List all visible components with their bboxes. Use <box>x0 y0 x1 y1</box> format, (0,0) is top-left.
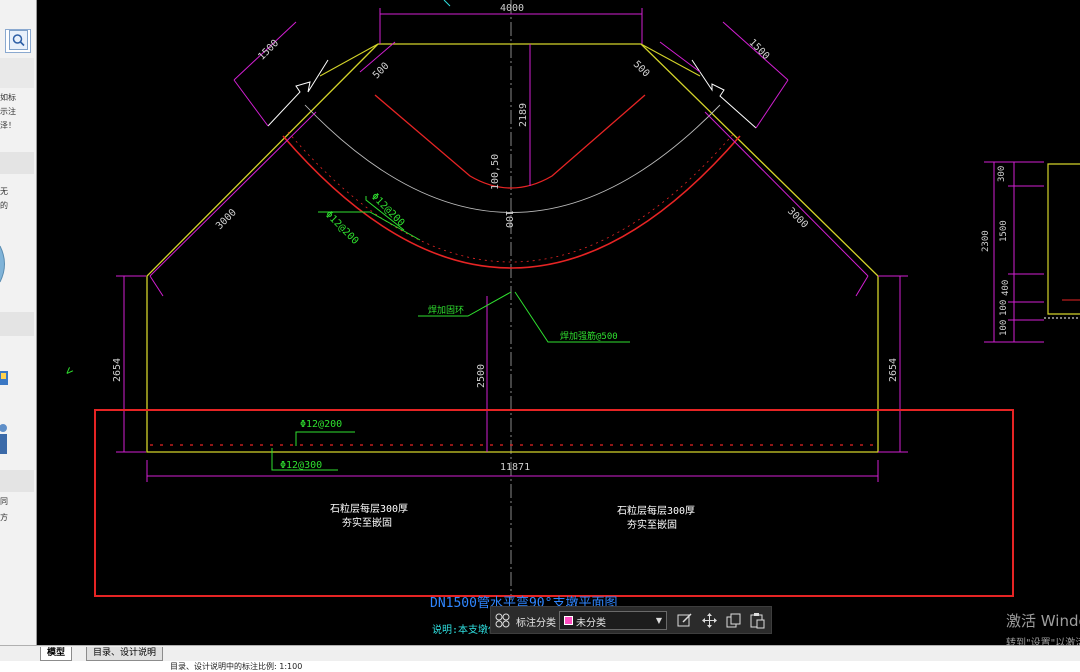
dim-upper-right: 1500 <box>746 37 771 62</box>
cad-drawing: 4000 1500 1500 500 500 2189 100,50 100 3… <box>61 0 1080 636</box>
annotation-category-label: 标注分类 <box>516 618 556 629</box>
thumbnail-icon[interactable] <box>0 244 10 284</box>
gravel-right-1: 石粒层每层300厚 <box>617 504 695 517</box>
search-icon <box>12 34 25 47</box>
dim-right-2654: 2654 <box>888 358 899 382</box>
edit-icon[interactable] <box>676 612 693 629</box>
dim-total: 11871 <box>500 462 530 473</box>
watermark-line-1: 激活 Windows <box>1006 612 1080 630</box>
dim-right-3000: 3000 <box>785 206 810 231</box>
gravel-left-1: 石粒层每层300厚 <box>330 502 408 515</box>
sidepanel-snippet: 示注 <box>0 107 16 116</box>
chevron-down-icon: ▼ <box>655 616 662 625</box>
side-dim-300: 300 <box>997 166 1007 182</box>
annotation-toolbar: 标注分类 未分类 ▼ <box>490 606 772 634</box>
app-icon[interactable] <box>0 369 10 389</box>
layout-tab-bar: 模型 目录、设计说明 <box>0 645 1080 661</box>
dim-center-2189: 2189 <box>518 103 529 127</box>
side-panel: 如标 示注 泽！ 无 的 同 方 <box>0 0 37 645</box>
dim-left-3000: 3000 <box>214 207 239 232</box>
status-text: 目录、设计说明中的标注比例: 1:100 <box>170 662 303 671</box>
label-rebar-2: Φ12@200 <box>369 191 407 229</box>
sidepanel-snippet: 同 <box>0 497 8 506</box>
side-dim-1500: 1500 <box>999 220 1009 242</box>
break-left <box>267 59 329 127</box>
dim-mid-2500: 2500 <box>476 364 487 388</box>
dim-center-100: 100 <box>503 210 514 228</box>
gravel-bed <box>94 409 1014 597</box>
pipe-centerline <box>304 104 721 213</box>
side-dim-400: 400 <box>1001 280 1011 296</box>
watermark-line-2: 转到"设置"以激活Windows。 <box>1006 638 1080 645</box>
sidepanel-snippet: 的 <box>0 201 8 210</box>
category-color-swatch <box>564 616 573 625</box>
label-rebar-1: Φ12@200 <box>323 209 361 247</box>
dim-right-500: 500 <box>631 59 652 80</box>
support-outline <box>146 43 879 453</box>
status-bar: 目录、设计说明中的标注比例: 1:100 <box>0 661 1080 672</box>
side-dim-100b: 100 <box>999 320 1009 336</box>
windows-activation-watermark: 激活 Windows 转到"设置"以激活Windows。 <box>1006 610 1080 645</box>
person-icon[interactable] <box>0 418 10 458</box>
break-right <box>691 59 757 129</box>
copy-icon[interactable] <box>725 612 742 629</box>
gravel-right-2: 夯实至嵌固 <box>627 518 677 531</box>
sidepanel-snippet: 方 <box>0 513 8 522</box>
label-bottom-rebar-1: Φ12@200 <box>300 419 342 430</box>
pipe-inner <box>374 94 646 189</box>
annotation-category-value: 未分类 <box>576 618 606 629</box>
dim-center-100-50: 100,50 <box>490 154 501 190</box>
sidepanel-snippet: 泽！ <box>0 121 16 130</box>
search-button[interactable] <box>9 30 28 50</box>
label-arrow-left: < <box>61 364 76 379</box>
sidepanel-snippet: 无 <box>0 187 8 196</box>
dim-left-2654: 2654 <box>112 358 123 382</box>
dim-left-500: 500 <box>371 61 392 82</box>
dim-top-width: 4000 <box>500 3 524 14</box>
grid-icon[interactable] <box>494 612 511 629</box>
label-weld-bar: 焊加强筋@500 <box>560 330 618 342</box>
side-dim-2300: 2300 <box>981 230 991 252</box>
drawing-canvas[interactable]: 4000 1500 1500 500 500 2189 100,50 100 3… <box>37 0 1080 645</box>
pipe-outer <box>282 135 741 269</box>
annotation-category-select[interactable]: 未分类 ▼ <box>559 611 667 630</box>
sidepanel-snippet: 如标 <box>0 93 16 102</box>
label-bottom-rebar-2: Φ12@300 <box>280 460 322 471</box>
side-dim-100: 100 <box>999 300 1009 316</box>
paste-icon[interactable] <box>749 612 766 629</box>
gravel-left-2: 夯实至嵌固 <box>342 516 392 529</box>
move-icon[interactable] <box>701 612 718 629</box>
tab-catalog-design-notes[interactable]: 目录、设计说明 <box>86 647 164 661</box>
dim-upper-left: 1500 <box>256 38 281 63</box>
tab-model[interactable]: 模型 <box>40 647 73 661</box>
label-weld-ring: 焊加固环 <box>428 304 464 316</box>
